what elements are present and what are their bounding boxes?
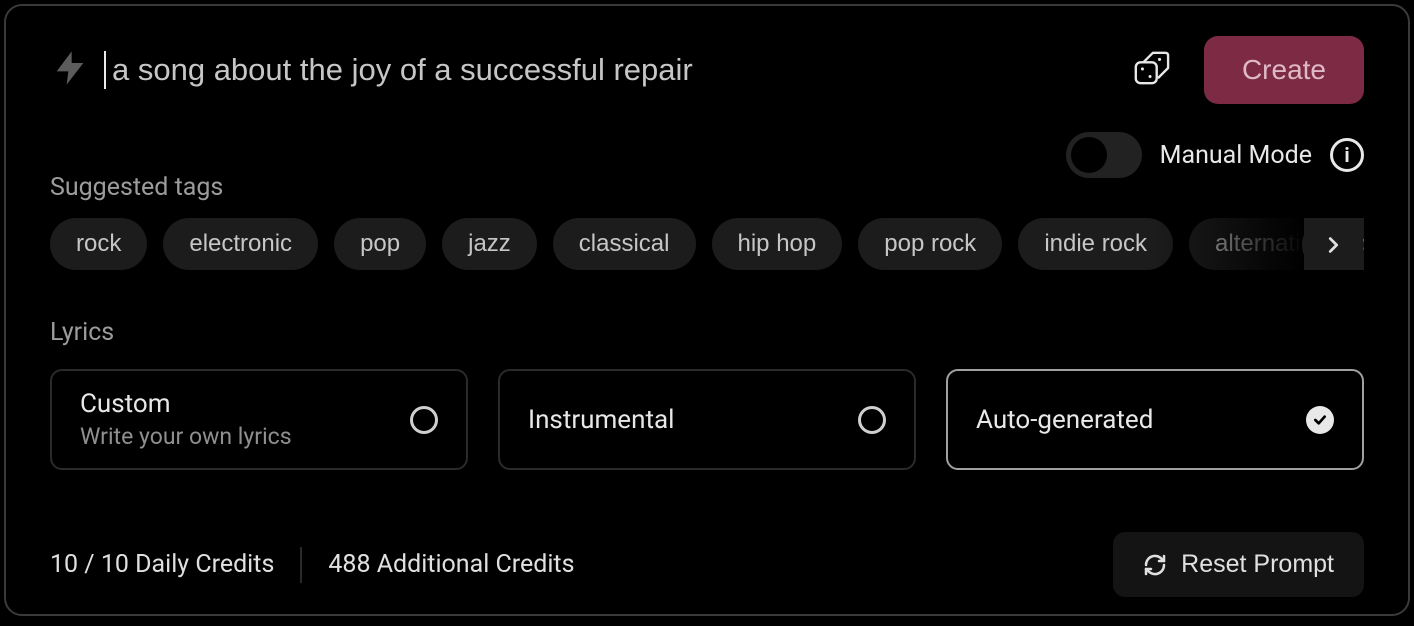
reset-prompt-button[interactable]: Reset Prompt: [1113, 532, 1364, 597]
tag-item[interactable]: classical: [553, 218, 696, 270]
manual-mode-label: Manual Mode: [1160, 141, 1312, 170]
tag-item[interactable]: indie rock: [1018, 218, 1173, 270]
tag-item[interactable]: rock: [50, 218, 147, 270]
song-create-panel: Create Suggested tags Manual Mode i rock…: [4, 4, 1410, 616]
lyrics-option-instrumental[interactable]: Instrumental: [498, 369, 916, 470]
dice-icon[interactable]: [1132, 49, 1170, 91]
lyrics-option-auto-generated[interactable]: Auto-generated: [946, 369, 1364, 470]
radio-checked-icon: [1306, 406, 1334, 434]
tag-item[interactable]: pop: [334, 218, 426, 270]
footer-row: 10 / 10 Daily Credits 488 Additional Cre…: [50, 532, 1364, 597]
create-button[interactable]: Create: [1204, 36, 1364, 104]
lightning-icon: [50, 48, 90, 92]
radio-unchecked-icon: [410, 406, 438, 434]
reset-prompt-label: Reset Prompt: [1181, 550, 1334, 579]
tags-section: Suggested tags Manual Mode i rock electr…: [50, 98, 1364, 270]
lyrics-options-row: Custom Write your own lyrics Instrumenta…: [50, 369, 1364, 470]
tag-item[interactable]: jazz: [442, 218, 537, 270]
manual-mode-row: Suggested tags Manual Mode i: [50, 132, 1364, 178]
manual-mode-toggle[interactable]: [1066, 132, 1142, 178]
prompt-input[interactable]: [104, 51, 1118, 89]
tag-item[interactable]: electronic: [163, 218, 318, 270]
tags-scroll-right-button[interactable]: [1302, 218, 1364, 270]
lyrics-option-title: Custom: [80, 389, 292, 419]
tag-item[interactable]: hip hop: [712, 218, 843, 270]
info-icon[interactable]: i: [1330, 138, 1364, 172]
prompt-row: Create: [50, 36, 1364, 104]
lyrics-option-subtitle: Write your own lyrics: [80, 423, 292, 450]
tags-row: rock electronic pop jazz classical hip h…: [50, 218, 1364, 270]
vertical-divider: [300, 547, 302, 583]
radio-unchecked-icon: [858, 406, 886, 434]
lyrics-option-title: Auto-generated: [976, 405, 1153, 435]
lyrics-option-title: Instrumental: [528, 405, 674, 435]
suggested-tags-label: Suggested tags: [50, 173, 223, 202]
daily-credits-text: 10 / 10 Daily Credits: [50, 550, 274, 579]
tag-item[interactable]: pop rock: [858, 218, 1002, 270]
lyrics-option-custom[interactable]: Custom Write your own lyrics: [50, 369, 468, 470]
lyrics-label: Lyrics: [50, 318, 1364, 347]
additional-credits-text: 488 Additional Credits: [328, 550, 574, 579]
